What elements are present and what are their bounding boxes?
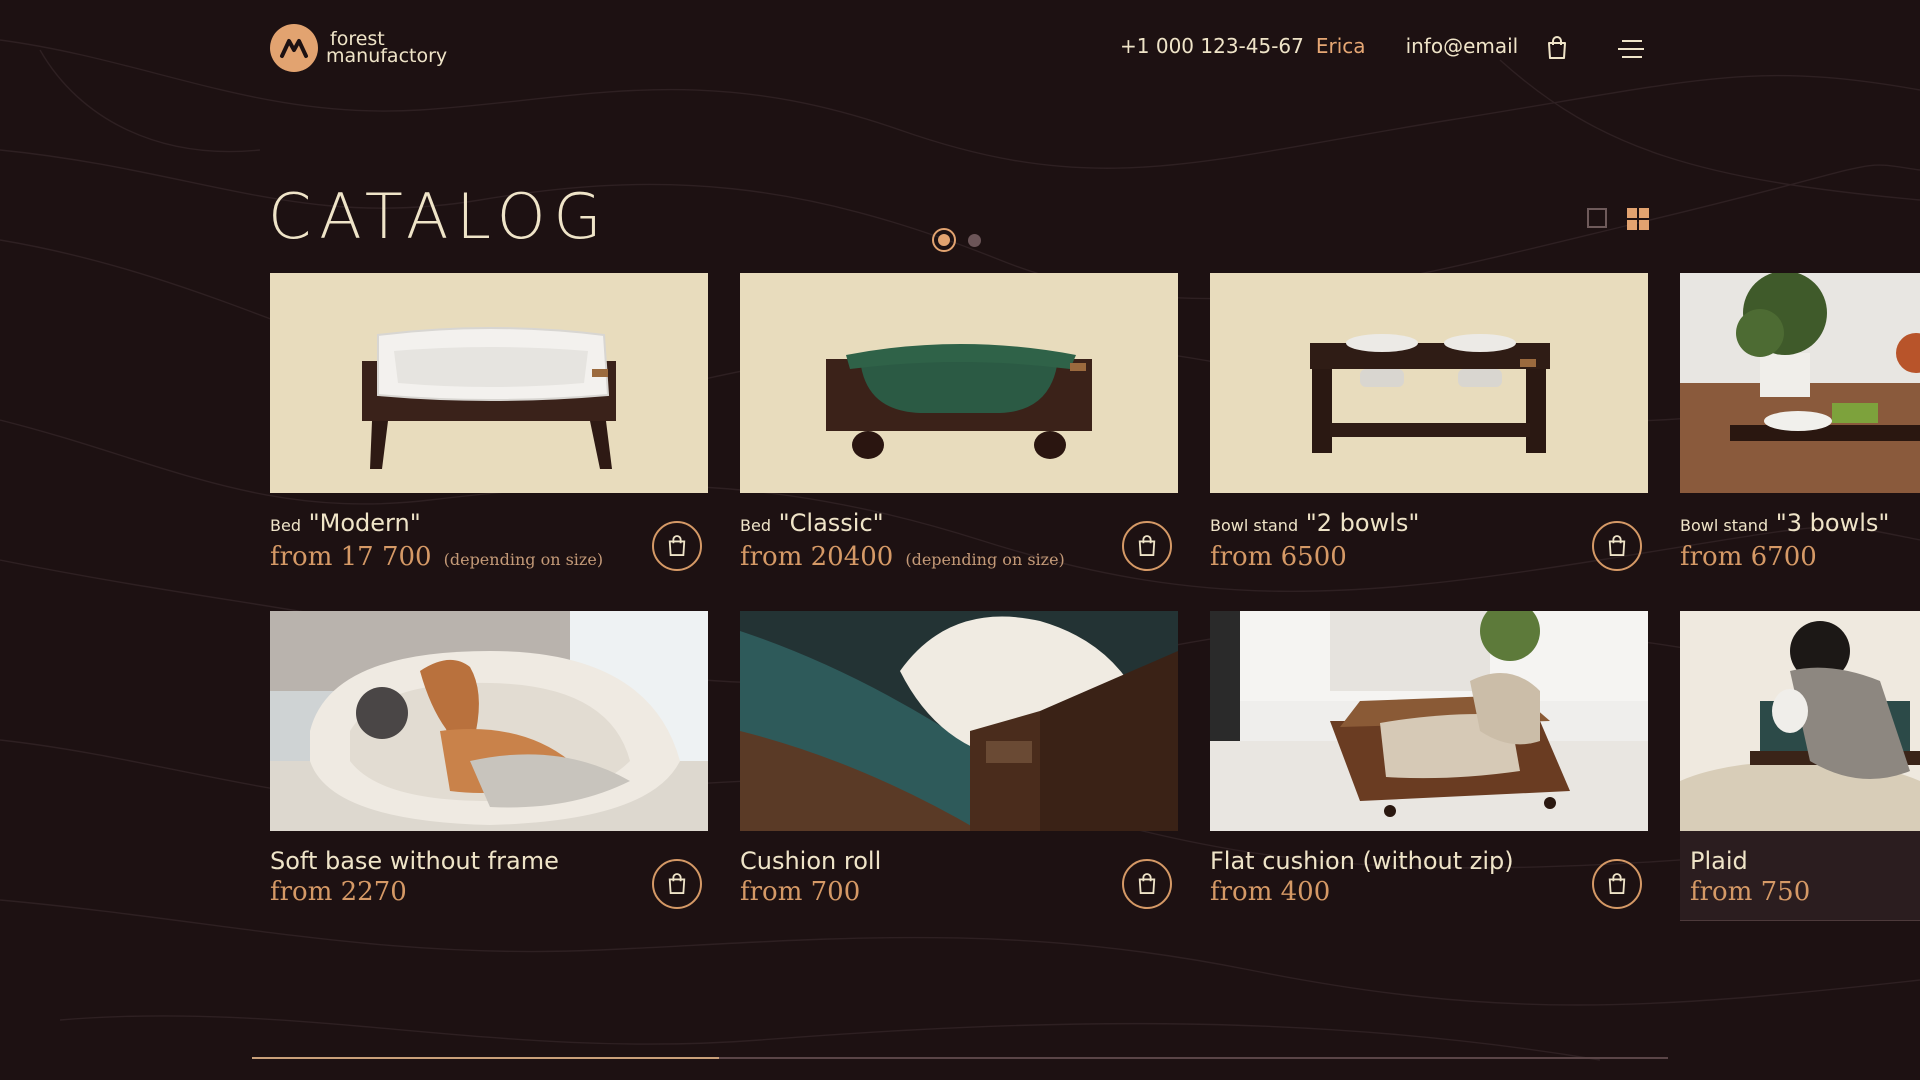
product-card[interactable]: Cushion roll from 700 [740,611,1178,921]
brand-logo[interactable]: forest manufactory [270,24,447,72]
menu-icon[interactable] [1618,38,1644,60]
product-card[interactable]: Soft base without frame from 2270 [270,611,708,921]
add-to-cart-button[interactable] [1122,859,1172,909]
shopping-bag-icon [668,873,686,894]
grid-view-icon[interactable] [1627,208,1649,230]
brand-name: forest manufactory [326,30,448,67]
phone-link[interactable]: +1 000 123-45-67 [1120,34,1304,58]
product-card[interactable]: Flat cushion (without zip) from 400 [1210,611,1648,921]
shopping-bag-icon [1608,535,1626,556]
product-price: from 2270 [270,877,407,907]
add-to-cart-button[interactable] [652,521,702,571]
catalog-pager [932,228,981,252]
product-card[interactable]: Bowl stand "3 bowls" from 6700 [1680,273,1920,583]
product-name: Bowl stand "3 bowls" [1680,509,1890,537]
scroll-progress-fill [252,1057,720,1059]
add-to-cart-button[interactable] [1592,859,1642,909]
pager-dot-2[interactable] [968,233,981,247]
cart-icon[interactable] [1546,36,1568,60]
product-card[interactable]: Bed "Modern" from 17 700 (depending on si… [270,273,708,583]
email-link[interactable]: info@email [1406,34,1519,58]
product-name: Flat cushion (without zip) [1210,847,1514,875]
product-name: Bowl stand "2 bowls" [1210,509,1420,537]
shopping-bag-icon [1608,873,1626,894]
header-contacts: +1 000 123-45-67 Erica info@email [1120,34,1518,58]
product-image[interactable] [1680,273,1920,493]
product-image[interactable] [1210,273,1648,493]
add-to-cart-button[interactable] [652,859,702,909]
scroll-progress-bar[interactable] [252,1057,1668,1059]
product-card[interactable]: Bowl stand "2 bowls" from 6500 [1210,273,1648,583]
product-price: from 400 [1210,877,1331,907]
page-title: CATALOG [268,180,610,253]
shopping-bag-icon [1138,873,1156,894]
product-card[interactable]: Plaid from 750 [1680,611,1920,921]
product-name: Cushion roll [740,847,882,875]
add-to-cart-button[interactable] [1592,521,1642,571]
product-price: from 6700 [1680,542,1817,572]
product-price: from 750 [1690,877,1811,907]
shopping-bag-icon [668,535,686,556]
add-to-cart-button[interactable] [1122,521,1172,571]
product-image[interactable] [740,273,1178,493]
user-name[interactable]: Erica [1316,34,1366,58]
product-price: from 6500 [1210,542,1347,572]
shopping-bag-icon [1138,535,1156,556]
brand-line-2: manufactory [326,45,448,67]
logo-mark-icon [270,24,318,72]
product-price: from 700 [740,877,861,907]
product-name: Bed "Classic" [740,509,884,537]
product-image[interactable] [740,611,1178,831]
product-image[interactable] [270,611,708,831]
product-price: from 17 700 (depending on size) [270,542,604,572]
pager-dot-1[interactable] [932,228,956,252]
product-name: Bed "Modern" [270,509,421,537]
product-card[interactable]: Bed "Classic" from 20400 (depending on si… [740,273,1178,583]
product-image[interactable] [1210,611,1648,831]
single-view-icon[interactable] [1587,208,1607,228]
product-name: Soft base without frame [270,847,559,875]
product-price: from 20400 (depending on size) [740,542,1065,572]
product-image[interactable] [1680,611,1920,831]
product-name: Plaid [1690,847,1748,875]
product-image[interactable] [270,273,708,493]
